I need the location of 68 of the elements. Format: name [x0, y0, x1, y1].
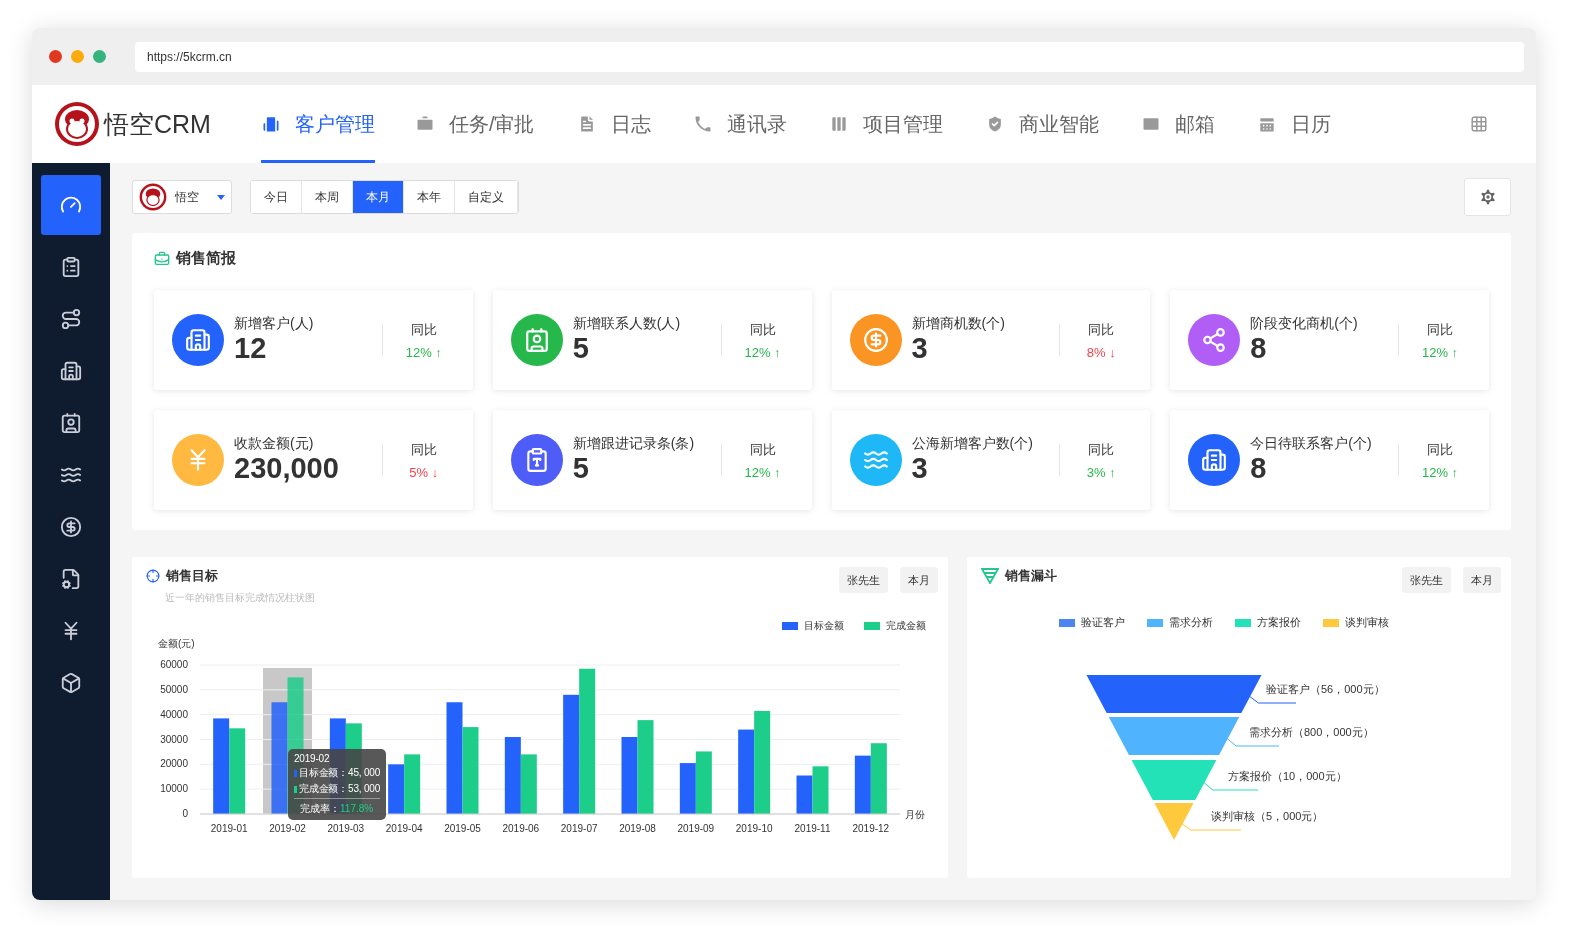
x-tick-label: 2019-01 [210, 823, 248, 834]
panel-title: 销售简报 [176, 249, 236, 268]
panel-title: 销售目标 [166, 567, 218, 585]
stat-value: 5 [572, 333, 590, 365]
x-tick-label: 2019-10 [735, 823, 773, 834]
funnel-label: 方案报价（10，000元） [1228, 770, 1347, 782]
change-value: 12% ↑ [1421, 344, 1459, 360]
x-tick-label: 2019-11 [794, 823, 831, 834]
x-axis-title: 月份 [905, 809, 925, 820]
funnel-label: 验证客户（56，000元） [1266, 683, 1385, 695]
legend-item: 谈判审核 [1323, 615, 1389, 630]
legend-item: 目标金额 [782, 619, 844, 633]
compare-label: 同比 [749, 320, 776, 339]
compare-label: 同比 [410, 440, 437, 459]
compare-label: 同比 [1088, 320, 1115, 339]
panel-title: 销售漏斗 [1005, 567, 1057, 585]
stat-label: 收款金额(元) [234, 435, 315, 454]
change-value: 12% ↑ [1421, 464, 1459, 480]
x-tick-label: 2019-02 [269, 823, 306, 834]
compare-label: 同比 [410, 320, 437, 339]
change-value: 5% ↓ [409, 464, 439, 480]
funnel-label: 谈判审核（5，000元） [1211, 810, 1324, 822]
x-tick-label: 2019-09 [677, 823, 715, 834]
change-value: 12% ↑ [405, 344, 442, 360]
chart-tooltip: 2019-02 目标金额：45, 000 完成金额：53, 000 完成率：117.8% [288, 749, 386, 820]
stat-value: 8 [1250, 333, 1268, 365]
y-tick-label: 0 [182, 808, 188, 819]
stat-label: 公海新增客户数(个) [911, 435, 1034, 454]
change-value: 12% ↑ [744, 464, 781, 480]
stat-value: 12 [234, 333, 268, 365]
x-tick-label: 2019-05 [444, 823, 481, 834]
y-tick-label: 50000 [160, 683, 188, 695]
legend-item: 需求分析 [1147, 615, 1213, 630]
stat-label: 新增客户(人) [234, 315, 315, 334]
x-tick-label: 2019-12 [852, 823, 890, 834]
compare-label: 同比 [1427, 440, 1453, 459]
stat-value: 5 [572, 453, 590, 485]
x-tick-label: 2019-08 [619, 823, 656, 834]
change-value: 3% ↑ [1086, 464, 1116, 480]
y-tick-label: 30000 [160, 733, 188, 745]
legend-item: 完成金额 [864, 619, 926, 633]
logo-text: 悟空CRM [104, 108, 211, 140]
stat-value: 3 [911, 453, 929, 485]
stat-label: 新增商机数(个) [911, 315, 1006, 334]
compare-label: 同比 [749, 440, 776, 459]
x-tick-label: 2019-04 [385, 823, 423, 834]
compare-label: 同比 [1088, 440, 1115, 459]
legend-item: 验证客户 [1059, 615, 1125, 630]
change-value: 12% ↑ [744, 344, 781, 360]
stat-label: 阶段变化商机(个) [1250, 315, 1359, 334]
x-tick-label: 2019-06 [502, 823, 540, 834]
legend-item: 方案报价 [1235, 615, 1301, 630]
stat-value: 3 [911, 333, 929, 365]
compare-label: 同比 [1427, 320, 1453, 339]
x-tick-label: 2019-07 [560, 823, 598, 834]
y-tick-label: 40000 [160, 708, 188, 720]
y-axis-title: 金额(元) [158, 638, 195, 649]
stat-label: 新增联系人数(人) [572, 315, 682, 334]
stat-label: 今日待联系客户(个) [1250, 435, 1373, 454]
stat-value: 8 [1250, 453, 1268, 485]
change-value: 8% ↓ [1086, 344, 1116, 360]
y-tick-label: 20000 [160, 758, 188, 770]
stat-value: 230,000 [234, 453, 340, 485]
y-tick-label: 60000 [160, 659, 188, 670]
stat-label: 新增跟进记录条(条) [572, 435, 696, 454]
y-tick-label: 10000 [160, 783, 188, 795]
x-tick-label: 2019-03 [327, 823, 365, 834]
funnel-label: 需求分析（800，000元） [1249, 726, 1374, 738]
